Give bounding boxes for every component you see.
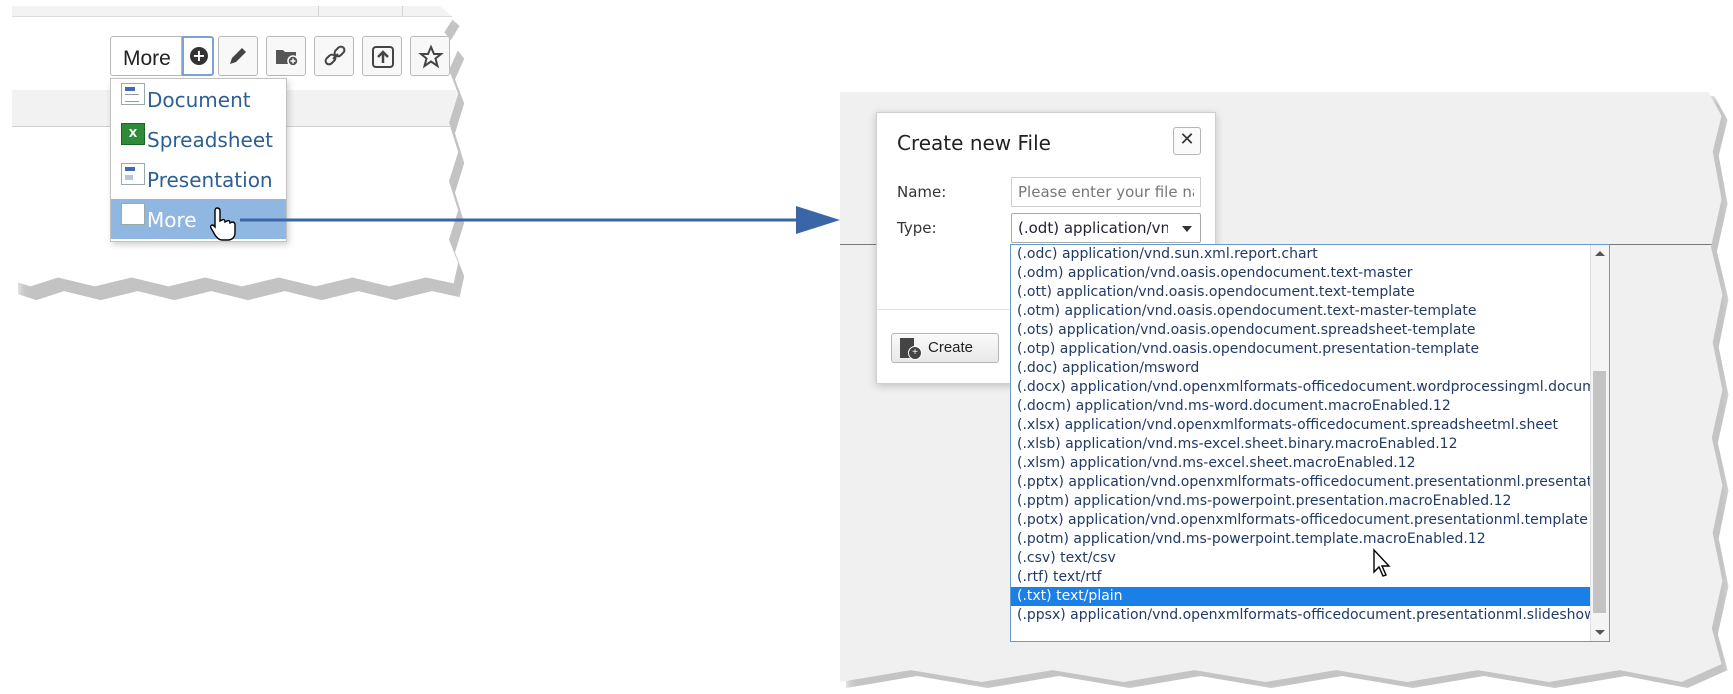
type-option[interactable]: (.csv) text/csv — [1011, 549, 1591, 568]
type-option[interactable]: (.xlsb) application/vnd.ms-excel.sheet.b… — [1011, 435, 1591, 454]
menu-item-spreadsheet[interactable]: X Spreadsheet — [111, 119, 286, 159]
file-name-input[interactable] — [1011, 177, 1201, 207]
type-option[interactable]: (.rtf) text/rtf — [1011, 568, 1591, 587]
arrow-cursor-icon — [1373, 548, 1391, 577]
plus-icon: + — [190, 47, 208, 65]
create-button[interactable]: Create — [891, 333, 999, 363]
name-label: Name: — [897, 183, 947, 201]
type-option[interactable]: (.otp) application/vnd.oasis.opendocumen… — [1011, 340, 1591, 359]
type-option[interactable]: (.docm) application/vnd.ms-word.document… — [1011, 397, 1591, 416]
upload-button[interactable] — [362, 36, 402, 76]
type-option[interactable]: (.pptx) application/vnd.openxmlformats-o… — [1011, 473, 1591, 492]
folder-add-icon — [276, 50, 299, 67]
type-option[interactable]: (.xlsx) application/vnd.openxmlformats-o… — [1011, 416, 1591, 435]
scroll-up-icon[interactable] — [1595, 251, 1605, 256]
new-folder-button[interactable] — [266, 36, 306, 76]
type-option[interactable]: (.doc) application/msword — [1011, 359, 1591, 378]
type-option[interactable]: (.ppsx) application/vnd.openxmlformats-o… — [1011, 606, 1591, 625]
presentation-icon — [121, 163, 145, 185]
pencil-icon — [230, 48, 246, 64]
type-option[interactable]: (.odm) application/vnd.oasis.opendocumen… — [1011, 264, 1591, 283]
hand-cursor-icon — [209, 207, 236, 241]
type-option[interactable]: (.potx) application/vnd.openxmlformats-o… — [1011, 511, 1591, 530]
type-option[interactable]: (.odc) application/vnd.sun.xml.report.ch… — [1011, 245, 1591, 264]
toolbar-snippet: More + Document X Spreadsheet Presentati… — [12, 6, 472, 306]
type-option[interactable]: (.potm) application/vnd.ms-powerpoint.te… — [1011, 530, 1591, 549]
type-option[interactable]: (.ott) application/vnd.oasis.opendocumen… — [1011, 283, 1591, 302]
chevron-down-icon — [1182, 226, 1192, 232]
arrow-connector — [240, 206, 840, 234]
menu-item-label: Spreadsheet — [147, 128, 273, 152]
edit-button[interactable] — [218, 36, 258, 76]
scrollbar-thumb[interactable] — [1593, 371, 1606, 613]
menu-item-label: More — [147, 208, 197, 232]
upload-icon — [372, 46, 394, 68]
type-options-list[interactable]: (.odc) application/vnd.sun.xml.report.ch… — [1010, 244, 1610, 642]
type-option[interactable]: (.otm) application/vnd.oasis.opendocumen… — [1011, 302, 1591, 321]
close-button[interactable]: ✕ — [1173, 127, 1201, 155]
link-icon — [324, 45, 346, 66]
type-select-value: (.odt) application/vnd.oasis.opendocumen… — [1018, 219, 1168, 237]
menu-item-presentation[interactable]: Presentation — [111, 159, 286, 199]
type-option[interactable]: (.pptm) application/vnd.ms-powerpoint.pr… — [1011, 492, 1591, 511]
type-option[interactable]: (.xlsm) application/vnd.ms-excel.sheet.m… — [1011, 454, 1591, 473]
type-select[interactable]: (.odt) application/vnd.oasis.opendocumen… — [1011, 213, 1201, 243]
menu-item-document[interactable]: Document — [111, 79, 286, 119]
type-option[interactable]: (.docx) application/vnd.openxmlformats-o… — [1011, 378, 1591, 397]
menu-item-label: Presentation — [147, 168, 273, 192]
type-label: Type: — [897, 219, 937, 237]
document-icon — [121, 83, 145, 105]
dialog-area: Create new File ✕ Name: Type: (.odt) app… — [840, 92, 1723, 683]
scroll-down-icon[interactable] — [1595, 630, 1605, 635]
more-button[interactable]: More — [110, 36, 182, 76]
new-file-icon — [900, 338, 922, 360]
new-file-button[interactable]: + — [182, 36, 214, 76]
menu-item-label: Document — [147, 88, 251, 112]
blank-file-icon — [121, 203, 145, 225]
share-link-button[interactable] — [314, 36, 354, 76]
star-icon — [418, 44, 444, 69]
create-button-label: Create — [928, 339, 974, 356]
favorite-button[interactable] — [410, 36, 450, 76]
options-scrollbar[interactable] — [1590, 245, 1609, 641]
spreadsheet-icon: X — [121, 123, 145, 145]
close-icon: ✕ — [1179, 129, 1195, 150]
type-option[interactable]: (.txt) text/plain — [1011, 587, 1591, 606]
dialog-title: Create new File — [897, 131, 1051, 155]
toolbar-area: More + Document X Spreadsheet Presentati… — [12, 6, 459, 287]
type-option[interactable]: (.ots) application/vnd.oasis.opendocumen… — [1011, 321, 1591, 340]
